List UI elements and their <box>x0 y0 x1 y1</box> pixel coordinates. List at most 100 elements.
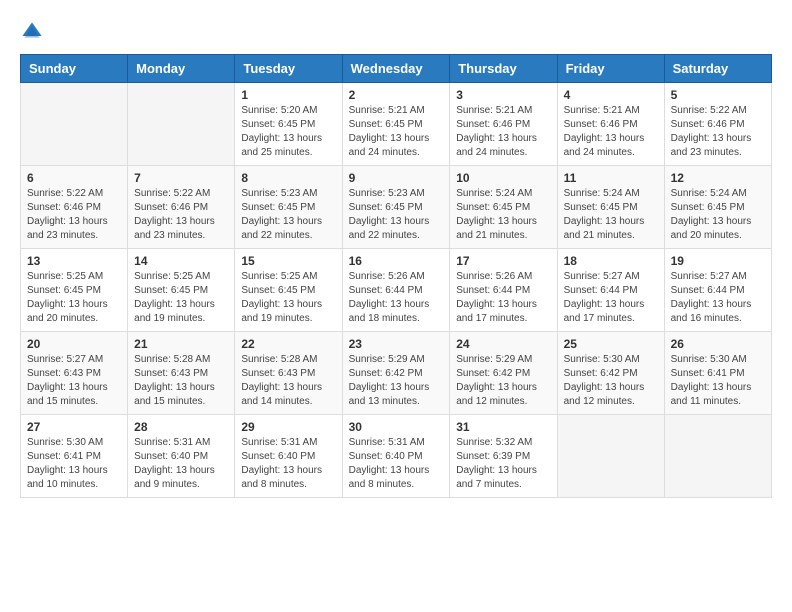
day-number: 2 <box>349 88 444 102</box>
calendar-cell: 25 Sunrise: 5:30 AMSunset: 6:42 PMDayligh… <box>557 332 664 415</box>
calendar-cell: 2 Sunrise: 5:21 AMSunset: 6:45 PMDaylight… <box>342 83 450 166</box>
day-info: Sunrise: 5:29 AMSunset: 6:42 PMDaylight:… <box>456 353 550 409</box>
day-number: 18 <box>564 254 658 268</box>
calendar-cell: 1 Sunrise: 5:20 AMSunset: 6:45 PMDaylight… <box>235 83 342 166</box>
col-header-wednesday: Wednesday <box>342 55 450 83</box>
calendar-cell: 28Sunrise: 5:31 AMSunset: 6:40 PMDayligh… <box>128 415 235 498</box>
day-info: Sunrise: 5:28 AMSunset: 6:43 PMDaylight:… <box>241 353 335 409</box>
day-info: Sunrise: 5:21 AMSunset: 6:45 PMDaylight:… <box>349 104 444 160</box>
day-info: Sunrise: 5:20 AMSunset: 6:45 PMDaylight:… <box>241 104 335 160</box>
day-info: Sunrise: 5:30 AMSunset: 6:42 PMDaylight:… <box>564 353 658 409</box>
day-info: Sunrise: 5:30 AMSunset: 6:41 PMDaylight:… <box>27 436 121 492</box>
calendar-cell: 26Sunrise: 5:30 AMSunset: 6:41 PMDayligh… <box>664 332 771 415</box>
calendar-week-3: 13 Sunrise: 5:25 AMSunset: 6:45 PMDayligh… <box>21 249 772 332</box>
calendar-cell: 29Sunrise: 5:31 AMSunset: 6:40 PMDayligh… <box>235 415 342 498</box>
calendar-table: SundayMondayTuesdayWednesdayThursdayFrid… <box>20 54 772 498</box>
day-info: Sunrise: 5:28 AMSunset: 6:43 PMDaylight:… <box>134 353 228 409</box>
day-number: 22 <box>241 337 335 351</box>
calendar-cell: 10 Sunrise: 5:24 AMSunset: 6:45 PMDayligh… <box>450 166 557 249</box>
day-info: Sunrise: 5:29 AMSunset: 6:42 PMDaylight:… <box>349 353 444 409</box>
day-number: 6 <box>27 171 121 185</box>
day-number: 1 <box>241 88 335 102</box>
calendar-cell: 20 Sunrise: 5:27 AMSunset: 6:43 PMDayligh… <box>21 332 128 415</box>
day-info: Sunrise: 5:31 AMSunset: 6:40 PMDaylight:… <box>241 436 335 492</box>
day-info: Sunrise: 5:22 AMSunset: 6:46 PMDaylight:… <box>671 104 765 160</box>
day-number: 28 <box>134 420 228 434</box>
page-header <box>20 20 772 44</box>
col-header-saturday: Saturday <box>664 55 771 83</box>
calendar-cell: 9Sunrise: 5:23 AMSunset: 6:45 PMDaylight… <box>342 166 450 249</box>
day-number: 24 <box>456 337 550 351</box>
day-number: 26 <box>671 337 765 351</box>
calendar-cell: 3 Sunrise: 5:21 AMSunset: 6:46 PMDaylight… <box>450 83 557 166</box>
day-number: 12 <box>671 171 765 185</box>
col-header-tuesday: Tuesday <box>235 55 342 83</box>
calendar-week-4: 20 Sunrise: 5:27 AMSunset: 6:43 PMDayligh… <box>21 332 772 415</box>
day-number: 14 <box>134 254 228 268</box>
calendar-cell: 19 Sunrise: 5:27 AMSunset: 6:44 PMDayligh… <box>664 249 771 332</box>
day-number: 27 <box>27 420 121 434</box>
day-info: Sunrise: 5:23 AMSunset: 6:45 PMDaylight:… <box>241 187 335 243</box>
calendar-cell: 14 Sunrise: 5:25 AMSunset: 6:45 PMDayligh… <box>128 249 235 332</box>
day-number: 16 <box>349 254 444 268</box>
day-number: 11 <box>564 171 658 185</box>
calendar-cell: 27 Sunrise: 5:30 AMSunset: 6:41 PMDayligh… <box>21 415 128 498</box>
calendar-week-1: 1 Sunrise: 5:20 AMSunset: 6:45 PMDaylight… <box>21 83 772 166</box>
day-number: 20 <box>27 337 121 351</box>
col-header-thursday: Thursday <box>450 55 557 83</box>
day-info: Sunrise: 5:27 AMSunset: 6:44 PMDaylight:… <box>671 270 765 326</box>
calendar-cell: 31Sunrise: 5:32 AMSunset: 6:39 PMDayligh… <box>450 415 557 498</box>
day-number: 3 <box>456 88 550 102</box>
day-info: Sunrise: 5:31 AMSunset: 6:40 PMDaylight:… <box>349 436 444 492</box>
day-number: 19 <box>671 254 765 268</box>
calendar-header-row: SundayMondayTuesdayWednesdayThursdayFrid… <box>21 55 772 83</box>
day-number: 4 <box>564 88 658 102</box>
day-info: Sunrise: 5:22 AMSunset: 6:46 PMDaylight:… <box>134 187 228 243</box>
calendar-cell: 18 Sunrise: 5:27 AMSunset: 6:44 PMDayligh… <box>557 249 664 332</box>
day-number: 21 <box>134 337 228 351</box>
calendar-week-2: 6 Sunrise: 5:22 AMSunset: 6:46 PMDaylight… <box>21 166 772 249</box>
day-number: 15 <box>241 254 335 268</box>
day-number: 30 <box>349 420 444 434</box>
day-info: Sunrise: 5:25 AMSunset: 6:45 PMDaylight:… <box>27 270 121 326</box>
day-number: 25 <box>564 337 658 351</box>
day-info: Sunrise: 5:27 AMSunset: 6:44 PMDaylight:… <box>564 270 658 326</box>
calendar-cell: 23Sunrise: 5:29 AMSunset: 6:42 PMDayligh… <box>342 332 450 415</box>
calendar-cell: 13 Sunrise: 5:25 AMSunset: 6:45 PMDayligh… <box>21 249 128 332</box>
day-number: 13 <box>27 254 121 268</box>
calendar-cell: 7 Sunrise: 5:22 AMSunset: 6:46 PMDaylight… <box>128 166 235 249</box>
day-number: 7 <box>134 171 228 185</box>
calendar-cell: 30 Sunrise: 5:31 AMSunset: 6:40 PMDayligh… <box>342 415 450 498</box>
calendar-cell: 11 Sunrise: 5:24 AMSunset: 6:45 PMDayligh… <box>557 166 664 249</box>
day-number: 10 <box>456 171 550 185</box>
day-info: Sunrise: 5:26 AMSunset: 6:44 PMDaylight:… <box>349 270 444 326</box>
col-header-sunday: Sunday <box>21 55 128 83</box>
day-info: Sunrise: 5:25 AMSunset: 6:45 PMDaylight:… <box>241 270 335 326</box>
day-info: Sunrise: 5:21 AMSunset: 6:46 PMDaylight:… <box>564 104 658 160</box>
day-info: Sunrise: 5:24 AMSunset: 6:45 PMDaylight:… <box>564 187 658 243</box>
day-number: 9 <box>349 171 444 185</box>
day-number: 17 <box>456 254 550 268</box>
day-info: Sunrise: 5:26 AMSunset: 6:44 PMDaylight:… <box>456 270 550 326</box>
calendar-cell: 24 Sunrise: 5:29 AMSunset: 6:42 PMDayligh… <box>450 332 557 415</box>
calendar-cell: 6 Sunrise: 5:22 AMSunset: 6:46 PMDaylight… <box>21 166 128 249</box>
col-header-friday: Friday <box>557 55 664 83</box>
calendar-cell <box>664 415 771 498</box>
day-info: Sunrise: 5:27 AMSunset: 6:43 PMDaylight:… <box>27 353 121 409</box>
calendar-cell <box>128 83 235 166</box>
logo <box>20 20 48 44</box>
calendar-week-5: 27 Sunrise: 5:30 AMSunset: 6:41 PMDayligh… <box>21 415 772 498</box>
day-number: 5 <box>671 88 765 102</box>
day-info: Sunrise: 5:21 AMSunset: 6:46 PMDaylight:… <box>456 104 550 160</box>
day-number: 8 <box>241 171 335 185</box>
calendar-cell <box>21 83 128 166</box>
day-info: Sunrise: 5:24 AMSunset: 6:45 PMDaylight:… <box>456 187 550 243</box>
calendar-cell: 22 Sunrise: 5:28 AMSunset: 6:43 PMDayligh… <box>235 332 342 415</box>
calendar-cell: 17 Sunrise: 5:26 AMSunset: 6:44 PMDayligh… <box>450 249 557 332</box>
calendar-cell: 12Sunrise: 5:24 AMSunset: 6:45 PMDayligh… <box>664 166 771 249</box>
day-number: 31 <box>456 420 550 434</box>
calendar-cell <box>557 415 664 498</box>
day-info: Sunrise: 5:25 AMSunset: 6:45 PMDaylight:… <box>134 270 228 326</box>
day-info: Sunrise: 5:22 AMSunset: 6:46 PMDaylight:… <box>27 187 121 243</box>
col-header-monday: Monday <box>128 55 235 83</box>
